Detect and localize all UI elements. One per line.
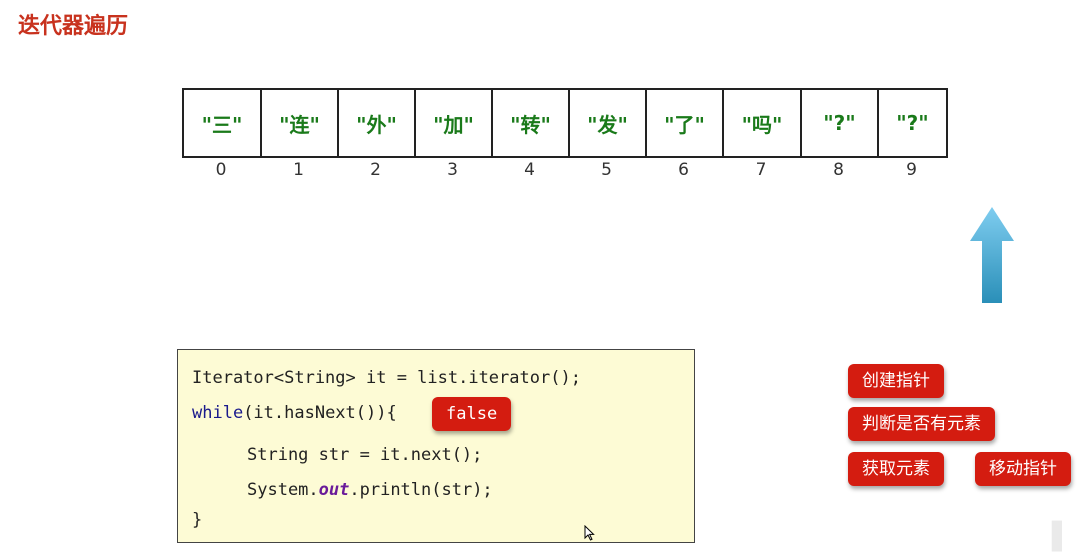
- array-cell-3: "加": [416, 90, 493, 156]
- code-block: Iterator<String> it = list.iterator(); w…: [177, 349, 695, 543]
- array-strip: "三" "连" "外" "加" "转" "发" "了" "吗" "?" "?": [182, 88, 948, 158]
- code-line-2-rest: (it.hasNext()){: [243, 403, 397, 423]
- array-cell-4: "转": [493, 90, 570, 156]
- array-cell-7: "吗": [724, 90, 802, 156]
- up-arrow-icon: [970, 207, 1014, 303]
- code-keyword-while: while: [192, 403, 244, 423]
- legend-move-pointer: 移动指针: [975, 452, 1071, 486]
- code-line-4-post: .println(str);: [349, 480, 493, 500]
- code-line-4-pre: System.: [247, 480, 319, 500]
- array-index-5: 5: [601, 160, 612, 180]
- array-index-2: 2: [370, 160, 381, 180]
- mouse-cursor-icon: [584, 525, 595, 541]
- array-index-9: 9: [906, 160, 917, 180]
- array-cell-2: "外": [339, 90, 416, 156]
- legend-create-pointer: 创建指针: [848, 364, 944, 398]
- code-line-5: }: [192, 510, 203, 530]
- page-title: 迭代器遍历: [18, 14, 129, 39]
- array-cell-5: "发": [570, 90, 647, 156]
- array-index-8: 8: [833, 160, 844, 180]
- array-cell-6: "了": [647, 90, 724, 156]
- array-cell-9: "?": [896, 111, 929, 135]
- code-line-3: String str = it.next();: [247, 445, 483, 465]
- array-index-1: 1: [293, 160, 304, 180]
- legend-check-element: 判断是否有元素: [848, 407, 995, 441]
- array-cell-0: "三": [184, 90, 262, 156]
- array-index-6: 6: [678, 160, 689, 180]
- legend-get-element: 获取元素: [848, 452, 944, 486]
- code-field-out: out: [318, 480, 350, 500]
- code-line-4: System.out.println(str);: [247, 480, 493, 500]
- code-line-2: while(it.hasNext()){: [192, 403, 397, 423]
- array-cell-1: "连": [262, 90, 339, 156]
- false-badge: false: [432, 397, 512, 431]
- array-cell-8: "?": [802, 90, 879, 156]
- array-index-0: 0: [215, 160, 227, 180]
- watermark-decoration: ▌: [1052, 522, 1072, 552]
- array-index-3: 3: [447, 160, 458, 180]
- array-index-4: 4: [524, 160, 535, 180]
- array-index-7: 7: [755, 160, 767, 180]
- code-line-1: Iterator<String> it = list.iterator();: [192, 368, 581, 388]
- array-index-row: 0 1 2 3 4 5 6 7 8 9: [182, 160, 946, 180]
